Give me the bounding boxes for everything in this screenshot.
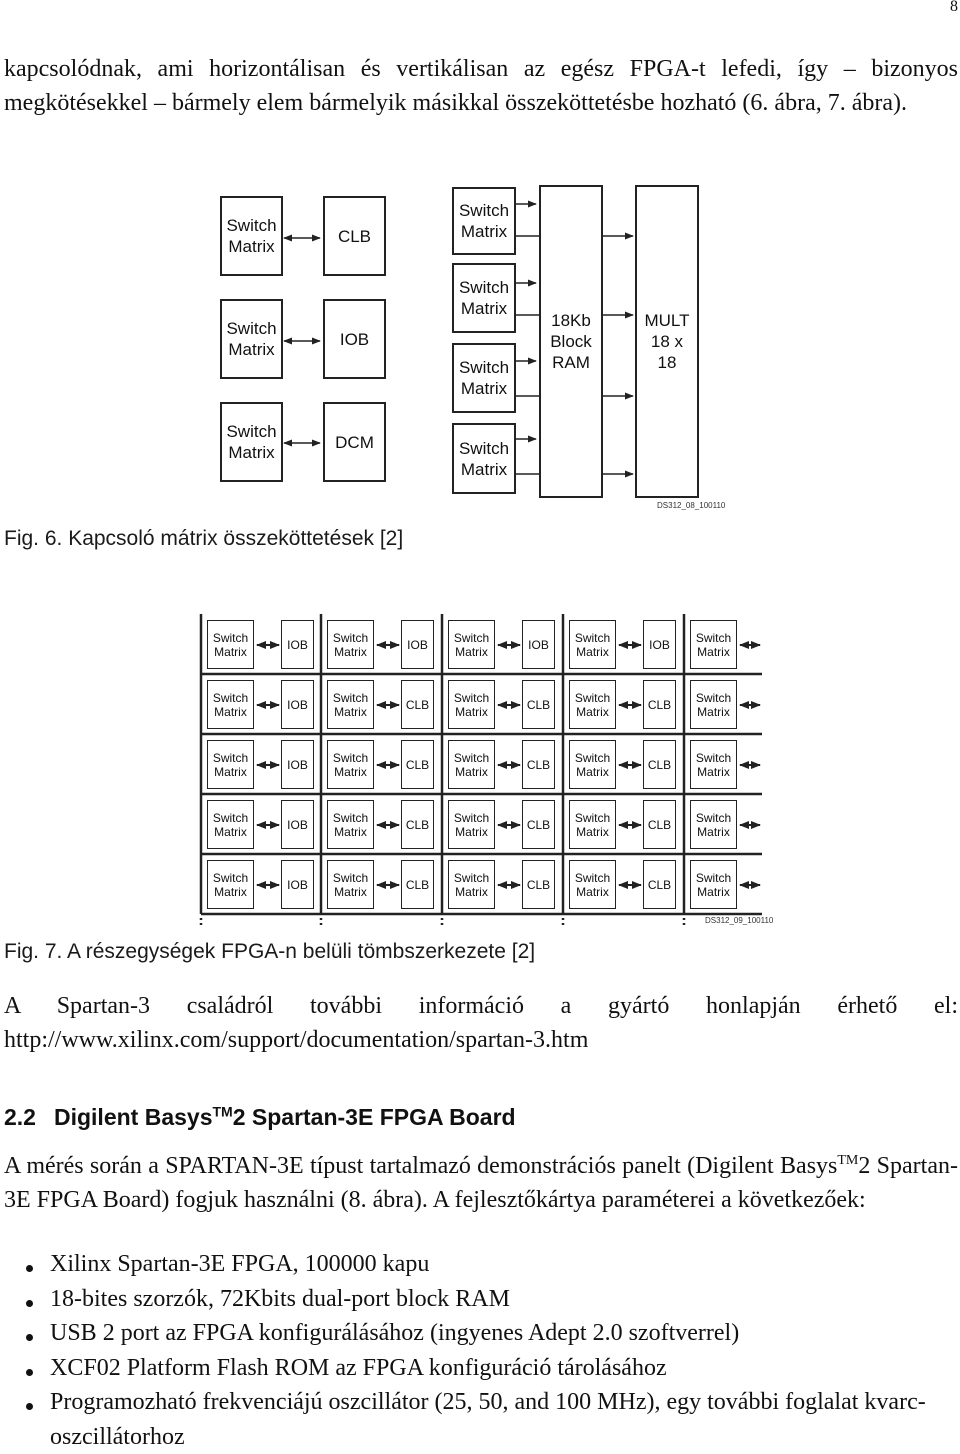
figure-7-tag: DS312_09_100110 bbox=[705, 916, 774, 925]
switch-matrix-box: Switch Matrix bbox=[569, 740, 616, 789]
iob-box: IOB bbox=[281, 680, 314, 729]
info-url-link[interactable]: http://www.xilinx.com/support/documentat… bbox=[4, 1023, 588, 1057]
section-title-pre: Digilent Basys bbox=[53, 1104, 213, 1130]
clb-box: CLB bbox=[522, 860, 555, 909]
switch-matrix-box: Switch Matrix bbox=[690, 740, 737, 789]
list-item: XCF02 Platform Flash ROM az FPGA konfigu… bbox=[22, 1351, 958, 1386]
switch-matrix-box: Switch Matrix bbox=[207, 680, 254, 729]
section-heading: 2.2 Digilent BasysTM2 Spartan-3E FPGA Boa… bbox=[4, 1104, 516, 1131]
switch-matrix-box: Switch Matrix bbox=[690, 860, 737, 909]
figure-7-caption: Fig. 7. A részegységek FPGA-n belüli töm… bbox=[4, 940, 536, 963]
switch-matrix-box: Switch Matrix bbox=[327, 860, 374, 909]
switch-matrix-box: Switch Matrix bbox=[690, 800, 737, 849]
feature-list: Xilinx Spartan-3E FPGA, 100000 kapu 18-b… bbox=[22, 1247, 958, 1454]
switch-matrix-box: Switch Matrix bbox=[569, 860, 616, 909]
trademark-sup: TM bbox=[212, 1103, 233, 1120]
figure-7: Switch Matrix IOB Switch Matrix IOB Switch M… bbox=[0, 0, 960, 940]
switch-matrix-box: Switch Matrix bbox=[569, 680, 616, 729]
section-number: 2.2 bbox=[4, 1104, 36, 1130]
switch-matrix-box: Switch Matrix bbox=[690, 680, 737, 729]
iob-box: IOB bbox=[281, 620, 314, 669]
switch-matrix-box: Switch Matrix bbox=[207, 860, 254, 909]
section-paragraph: A mérés során a SPARTAN-3E típust tartal… bbox=[4, 1149, 958, 1217]
clb-box: CLB bbox=[643, 800, 676, 849]
switch-matrix-box: Switch Matrix bbox=[569, 800, 616, 849]
clb-box: CLB bbox=[522, 800, 555, 849]
iob-box: IOB bbox=[281, 800, 314, 849]
clb-box: CLB bbox=[522, 680, 555, 729]
switch-matrix-box: Switch Matrix bbox=[207, 740, 254, 789]
list-item: 18-bites szorzók, 72Kbits dual-port bloc… bbox=[22, 1282, 958, 1317]
iob-box: IOB bbox=[401, 620, 434, 669]
clb-box: CLB bbox=[401, 680, 434, 729]
clb-box: CLB bbox=[401, 800, 434, 849]
list-item: USB 2 port az FPGA konfigurálásához (ing… bbox=[22, 1316, 958, 1351]
switch-matrix-box: Switch Matrix bbox=[448, 680, 495, 729]
switch-matrix-box: Switch Matrix bbox=[327, 740, 374, 789]
iob-box: IOB bbox=[281, 740, 314, 789]
clb-box: CLB bbox=[643, 860, 676, 909]
switch-matrix-box: Switch Matrix bbox=[569, 620, 616, 669]
info-paragraph: A Spartan-3 családról további információ… bbox=[4, 993, 958, 1019]
switch-matrix-box: Switch Matrix bbox=[448, 860, 495, 909]
switch-matrix-box: Switch Matrix bbox=[327, 680, 374, 729]
switch-matrix-box: Switch Matrix bbox=[690, 620, 737, 669]
iob-box: IOB bbox=[522, 620, 555, 669]
switch-matrix-box: Switch Matrix bbox=[327, 620, 374, 669]
clb-box: CLB bbox=[643, 680, 676, 729]
switch-matrix-box: Switch Matrix bbox=[207, 620, 254, 669]
switch-matrix-box: Switch Matrix bbox=[207, 800, 254, 849]
trademark-sup: TM bbox=[837, 1153, 859, 1168]
list-item: Xilinx Spartan-3E FPGA, 100000 kapu bbox=[22, 1247, 958, 1282]
section-paragraph-text: A mérés során a SPARTAN-3E típust tartal… bbox=[4, 1153, 838, 1179]
figure-7-grid-lines bbox=[199, 614, 762, 928]
clb-box: CLB bbox=[401, 860, 434, 909]
clb-box: CLB bbox=[522, 740, 555, 789]
section-title-post: 2 Spartan-3E FPGA Board bbox=[232, 1104, 516, 1130]
switch-matrix-box: Switch Matrix bbox=[327, 800, 374, 849]
clb-box: CLB bbox=[401, 740, 434, 789]
clb-box: CLB bbox=[643, 740, 676, 789]
iob-box: IOB bbox=[643, 620, 676, 669]
switch-matrix-box: Switch Matrix bbox=[448, 740, 495, 789]
switch-matrix-box: Switch Matrix bbox=[448, 800, 495, 849]
switch-matrix-box: Switch Matrix bbox=[448, 620, 495, 669]
iob-box: IOB bbox=[281, 860, 314, 909]
list-item: Programozható frekvenciájú oszcillátor (… bbox=[22, 1385, 958, 1454]
